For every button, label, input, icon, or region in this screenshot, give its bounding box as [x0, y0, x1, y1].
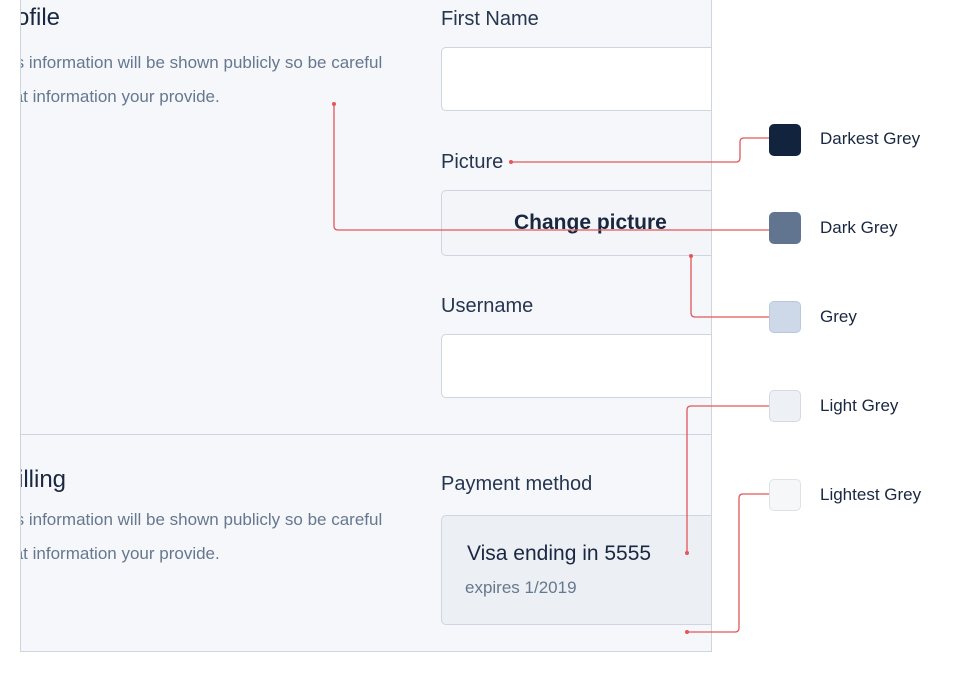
grey-dot [689, 254, 693, 258]
swatch-lightest-grey [769, 479, 801, 511]
swatch-label-light-grey: Light Grey [820, 396, 899, 415]
annotation-lines [332, 102, 769, 634]
grey-leader [690, 256, 769, 318]
dark-grey-leader [333, 104, 769, 231]
swatch-darkest-grey [769, 124, 801, 156]
light-grey-leader [686, 405, 769, 553]
swatch-dark-grey [769, 212, 801, 244]
dark-grey-dot [332, 102, 336, 106]
darkest-grey-dot [509, 160, 513, 164]
light-grey-dot [685, 551, 689, 555]
lightest-grey-dot [685, 630, 689, 634]
swatch-label-grey: Grey [820, 307, 857, 326]
swatch-grey [769, 301, 801, 333]
darkest-grey-leader [511, 137, 769, 163]
swatch-label-dark-grey: Dark Grey [820, 218, 898, 237]
swatch-label-lightest-grey: Lightest Grey [820, 485, 922, 504]
lightest-grey-leader [687, 493, 769, 633]
swatch-light-grey [769, 390, 801, 422]
swatch-label-darkest-grey: Darkest Grey [820, 129, 921, 148]
